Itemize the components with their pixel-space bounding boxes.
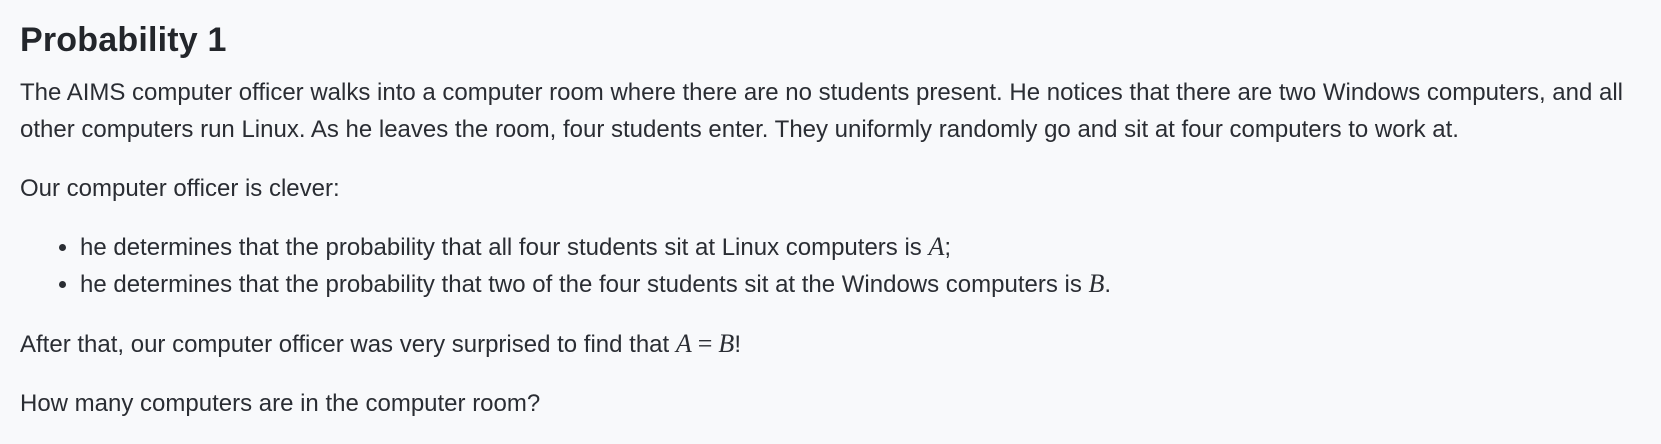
surprise-paragraph: After that, our computer officer was ver… <box>20 325 1641 363</box>
bullet-text: he determines that the probability that … <box>80 234 929 262</box>
bullet-list: he determines that the probability that … <box>20 229 1641 303</box>
bullet-text: he determines that the probability that … <box>80 271 1089 299</box>
list-item: he determines that the probability that … <box>80 266 1641 303</box>
page-title: Probability 1 <box>20 21 227 59</box>
problem-page: Probability 1 The AIMS computer officer … <box>0 0 1661 422</box>
math-variable: A <box>675 329 692 359</box>
question-paragraph: How many computers are in the computer r… <box>20 390 541 418</box>
math-variable: B <box>1088 269 1105 299</box>
list-item: he determines that the probability that … <box>80 229 1641 266</box>
math-variable: B <box>718 329 735 359</box>
bullet-end: . <box>1104 271 1112 299</box>
surprise-text: After that, our computer officer was ver… <box>20 331 676 359</box>
bullet-end: ; <box>944 234 952 262</box>
intro-paragraph: The AIMS computer officer walks into a c… <box>20 79 1623 144</box>
surprise-end: ! <box>734 331 741 359</box>
math-operator: = <box>697 329 713 359</box>
clever-paragraph: Our computer officer is clever: <box>20 175 340 203</box>
math-variable: A <box>928 232 945 262</box>
